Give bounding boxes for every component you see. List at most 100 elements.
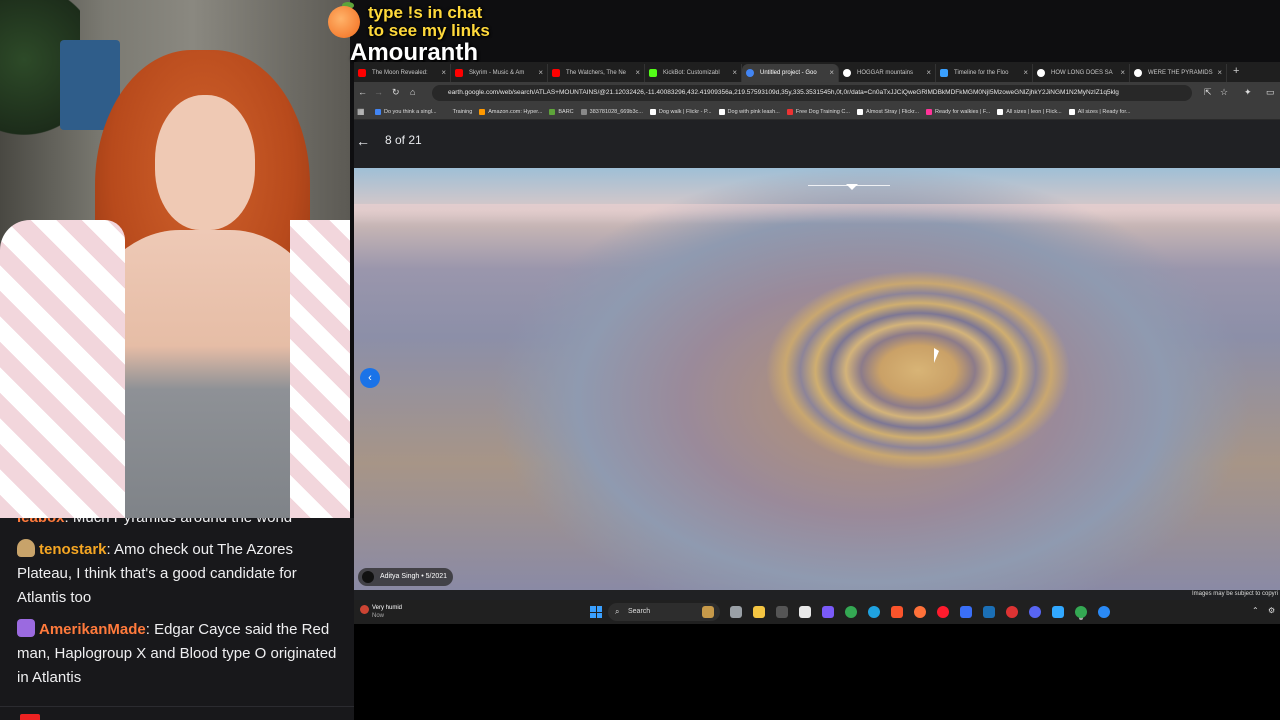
taskbar-search[interactable]: ⌕ Search — [608, 603, 720, 621]
bookmark-item[interactable]: All sizes | Ready for... — [1068, 104, 1137, 119]
browser-tab-active[interactable]: Untitled project - Goo × — [742, 64, 839, 82]
chrome-active-icon[interactable] — [1075, 606, 1087, 618]
close-icon[interactable]: × — [635, 64, 640, 82]
file-explorer-icon[interactable] — [753, 606, 765, 618]
bookmark-item[interactable]: Ready for walkies | F... — [925, 104, 996, 119]
forward-icon[interactable]: → — [374, 87, 383, 97]
tab-label: Timeline for the Floo — [954, 70, 1009, 76]
reload-icon[interactable]: ↻ — [392, 87, 400, 98]
copilot-icon[interactable] — [822, 606, 834, 618]
close-icon[interactable]: × — [926, 64, 931, 82]
chat-message: AmerikanMade: Edgar Cayce said the Red m… — [17, 619, 337, 686]
browser-tab[interactable]: Timeline for the Floo × — [936, 64, 1033, 82]
bookmark-item[interactable]: Do you think a singl... — [374, 104, 443, 119]
url-field[interactable]: earth.google.com/web/search/ATLAS+MOUNTA… — [432, 85, 1192, 101]
empty-area — [354, 624, 1280, 720]
mouse-cursor-icon — [934, 348, 939, 363]
avatar — [362, 571, 374, 583]
windows-start-icon[interactable] — [590, 606, 602, 618]
apps-grid-icon[interactable]: ▦ — [357, 107, 365, 116]
chat-divider — [0, 706, 354, 720]
terminal-icon[interactable] — [776, 606, 788, 618]
brave-icon[interactable] — [891, 606, 903, 618]
youtube-icon — [552, 69, 560, 77]
bookmark-item[interactable]: Free Dog Training C... — [786, 104, 856, 119]
bookmark-favicon-icon — [786, 109, 793, 115]
settings-icon[interactable]: ⚙ — [1268, 606, 1275, 615]
browser-tab[interactable]: HOGGAR mountains × — [839, 64, 936, 82]
weather-widget[interactable]: Very humid Now — [360, 604, 402, 620]
record-icon[interactable] — [1006, 606, 1018, 618]
chat-username[interactable]: tenostark — [39, 541, 107, 558]
close-icon[interactable]: × — [732, 64, 737, 82]
sidebar-icon[interactable]: ▭ — [1266, 87, 1275, 98]
photoshop-icon[interactable] — [1052, 606, 1064, 618]
tab-label: The Watchers, The Ne — [566, 70, 627, 76]
previous-image-button[interactable]: ‹ — [360, 368, 380, 388]
back-icon[interactable]: ← — [358, 87, 367, 97]
image-counter: 8 of 21 — [385, 133, 422, 147]
close-icon[interactable]: × — [829, 64, 834, 82]
share-icon[interactable]: ⇱ — [1204, 87, 1212, 98]
app-blue-icon[interactable] — [1098, 606, 1110, 618]
search-highlight-icon — [702, 606, 714, 618]
bookmark-item[interactable]: 383781028_669b3c... — [580, 104, 649, 119]
chat-message-cut: leabox: Much Pyramids around the world — [17, 518, 292, 530]
calendar-icon[interactable] — [799, 606, 811, 618]
bookmark-item[interactable]: Dog with pink leash... — [718, 104, 786, 119]
chrome-icon[interactable] — [845, 606, 857, 618]
browser-tab[interactable]: HOW LONG DOES SA × — [1033, 64, 1130, 82]
kick-icon — [649, 69, 657, 77]
tab-label: HOW LONG DOES SA — [1051, 70, 1113, 76]
bookmark-item[interactable]: All sizes | leon | Flick... — [996, 104, 1067, 119]
promo-line-2: to see my links — [368, 21, 490, 40]
earth-icon — [746, 69, 754, 77]
home-icon[interactable]: ⌂ — [410, 87, 415, 97]
youtube-icon — [358, 69, 366, 77]
bookmark-item[interactable]: Almost Stray | Flickr... — [856, 104, 925, 119]
task-view-icon[interactable] — [730, 606, 742, 618]
chat-username[interactable]: AmerikanMade — [39, 621, 146, 638]
chevron-up-icon[interactable]: ⌃ — [1252, 606, 1259, 615]
close-icon[interactable]: × — [1217, 64, 1222, 82]
bookmark-item[interactable]: Training — [443, 104, 479, 119]
browser-tab[interactable]: The Watchers, The Ne × — [548, 64, 645, 82]
edge-icon[interactable] — [868, 606, 880, 618]
steam-icon[interactable] — [983, 606, 995, 618]
firefox-icon[interactable] — [914, 606, 926, 618]
bookmark-favicon-icon — [580, 109, 587, 115]
bookmark-favicon-icon — [549, 109, 556, 115]
browser-tab[interactable]: Skyrim - Music & Am × — [451, 64, 548, 82]
weather-icon — [360, 605, 369, 614]
bookmark-item[interactable]: Amazon.com: Hyper... — [478, 104, 548, 119]
towel-right — [290, 220, 350, 520]
screen-capture: The Moon Revealed: × Skyrim - Music & Am… — [354, 62, 1280, 624]
close-icon[interactable]: × — [538, 64, 543, 82]
photo-credit[interactable]: Aditya Singh • 5/2021 — [358, 568, 454, 586]
tab-label: KickBot: Customizabl — [663, 70, 720, 76]
close-icon[interactable]: × — [1023, 64, 1028, 82]
earth-image-view[interactable]: ‹ Aditya Singh • 5/2021 — [354, 168, 1280, 590]
close-icon[interactable]: × — [1120, 64, 1125, 82]
opera-icon[interactable] — [937, 606, 949, 618]
browser-tab[interactable]: WERE THE PYRAMIDS × — [1130, 64, 1227, 82]
view-indicator-icon — [846, 184, 858, 190]
flickr-icon — [856, 109, 863, 115]
close-icon[interactable]: × — [441, 64, 446, 82]
chat-badge-icon — [20, 714, 40, 720]
chat-panel: leabox: Much Pyramids around the world t… — [0, 518, 354, 720]
stream-layout: type !s in chat to see my links Amourant… — [0, 0, 1280, 720]
promo-text: type !s in chat to see my links — [368, 4, 490, 40]
chat-username[interactable]: leabox — [17, 518, 65, 526]
flickr-icon — [997, 109, 1004, 115]
browser-tab[interactable]: KickBot: Customizabl × — [645, 64, 742, 82]
discord-icon[interactable] — [1029, 606, 1041, 618]
extensions-icon[interactable]: ✦ — [1244, 87, 1252, 98]
bookmark-item[interactable]: BARC — [548, 104, 579, 119]
bookmark-star-icon[interactable]: ☆ — [1220, 87, 1228, 98]
app-r-icon[interactable] — [960, 606, 972, 618]
bookmark-item[interactable]: Dog walk | Flickr - P... — [649, 104, 718, 119]
browser-tab[interactable]: The Moon Revealed: × — [354, 64, 451, 82]
new-tab-button[interactable]: + — [1233, 62, 1247, 82]
back-arrow-icon[interactable]: ← — [356, 133, 370, 149]
